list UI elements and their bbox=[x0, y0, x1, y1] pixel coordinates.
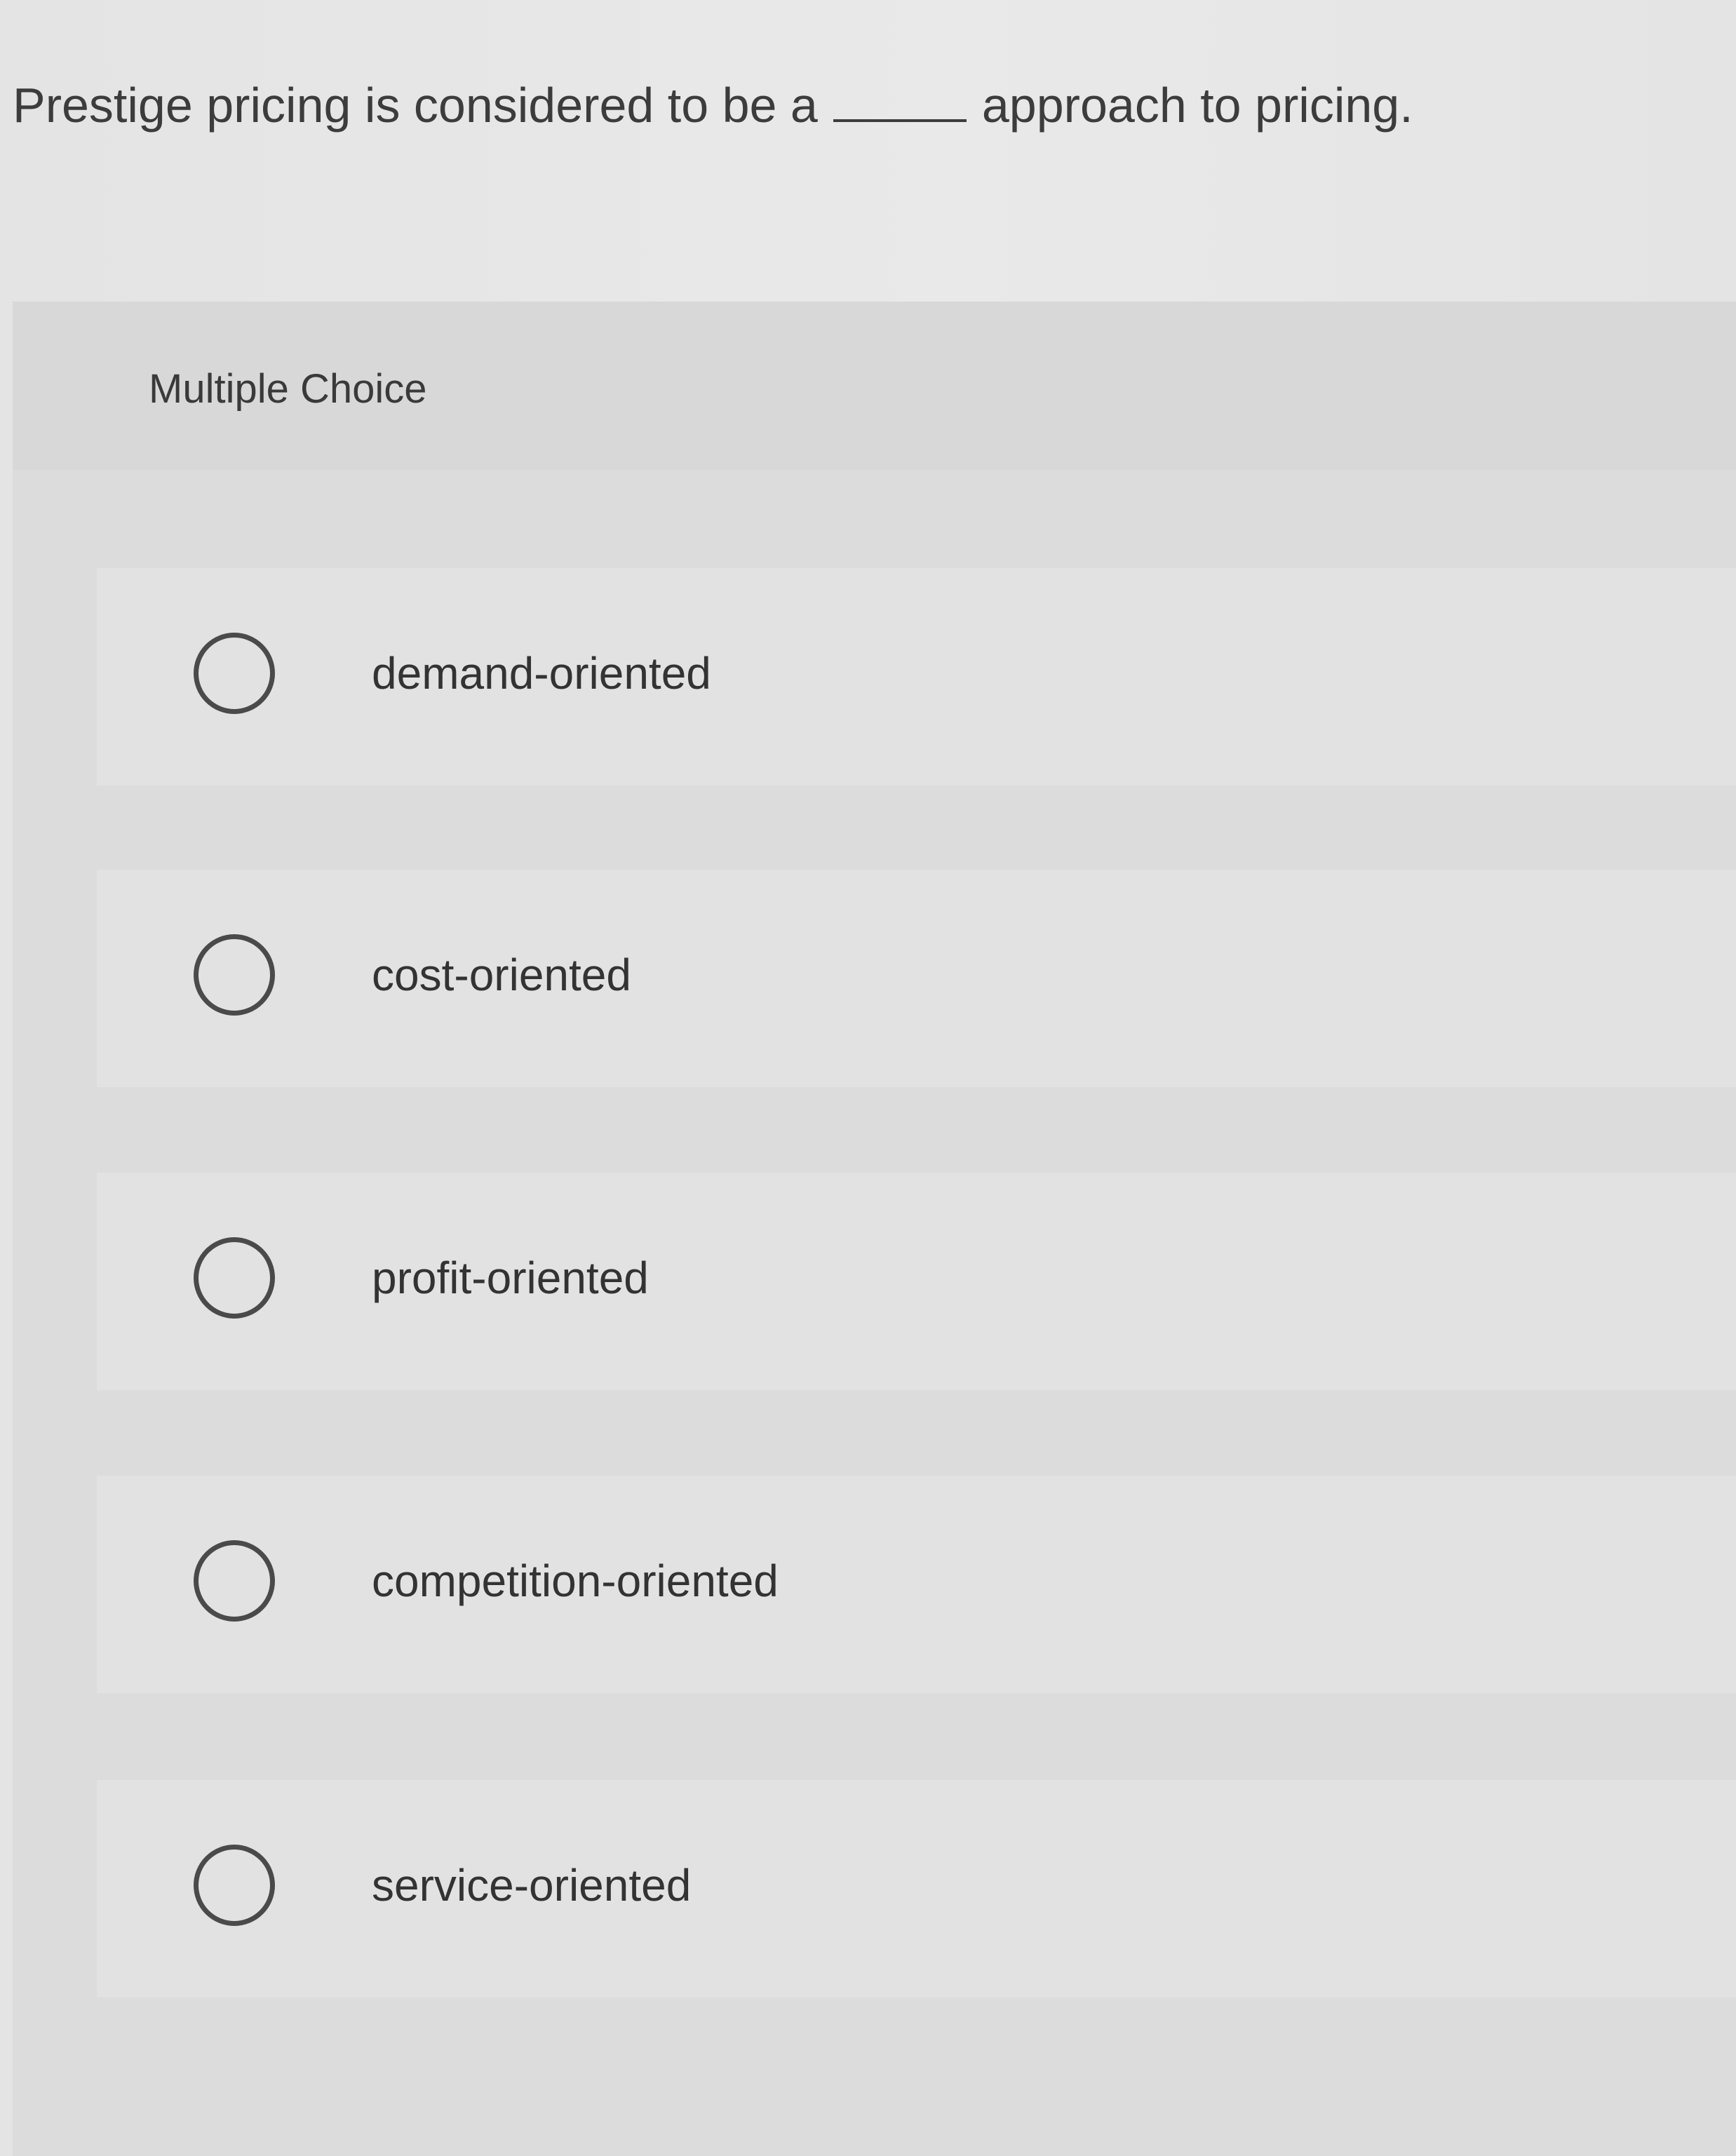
radio-unchecked-icon[interactable] bbox=[194, 1540, 275, 1622]
question-text-after: approach to pricing. bbox=[981, 78, 1413, 133]
answer-option-label: cost-oriented bbox=[372, 950, 631, 1000]
question-prompt: Prestige pricing is considered to be a ap… bbox=[13, 76, 1413, 135]
answer-panel: Multiple Choice demand-oriented cost-ori… bbox=[13, 302, 1736, 2156]
answer-option-label: competition-oriented bbox=[372, 1556, 779, 1606]
answer-option-service-oriented[interactable]: service-oriented bbox=[97, 1780, 1736, 1997]
answer-option-label: demand-oriented bbox=[372, 648, 711, 699]
radio-unchecked-icon[interactable] bbox=[194, 934, 275, 1016]
question-type-label: Multiple Choice bbox=[149, 366, 427, 412]
answer-option-cost-oriented[interactable]: cost-oriented bbox=[97, 870, 1736, 1087]
answer-panel-header: Multiple Choice bbox=[13, 302, 1736, 470]
answer-option-label: service-oriented bbox=[372, 1860, 692, 1911]
radio-unchecked-icon[interactable] bbox=[194, 1845, 275, 1926]
answer-option-profit-oriented[interactable]: profit-oriented bbox=[97, 1173, 1736, 1390]
page: Prestige pricing is considered to be a ap… bbox=[0, 0, 1736, 2156]
answer-option-label: profit-oriented bbox=[372, 1253, 649, 1303]
fill-in-blank bbox=[833, 116, 967, 122]
radio-unchecked-icon[interactable] bbox=[194, 633, 275, 714]
answer-option-competition-oriented[interactable]: competition-oriented bbox=[97, 1476, 1736, 1693]
question-text-before: Prestige pricing is considered to be a bbox=[13, 78, 818, 133]
answer-option-demand-oriented[interactable]: demand-oriented bbox=[97, 568, 1736, 786]
radio-unchecked-icon[interactable] bbox=[194, 1237, 275, 1319]
